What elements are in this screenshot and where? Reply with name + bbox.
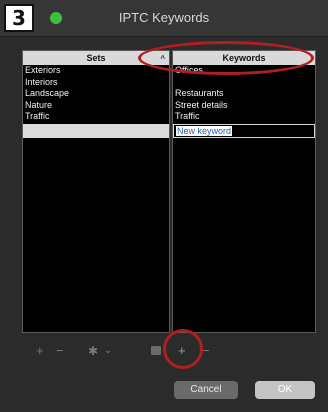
sets-add-button[interactable]: + xyxy=(36,343,44,359)
keyword-item-street-details[interactable]: Street details xyxy=(173,100,315,112)
keyword-item-restaurants[interactable]: Restaurants xyxy=(173,88,315,100)
set-item-exteriors[interactable]: Exteriors xyxy=(23,65,169,77)
chevron-down-icon[interactable]: ⌄ xyxy=(104,343,112,359)
cancel-button[interactable]: Cancel xyxy=(174,381,238,399)
lock-icon xyxy=(151,346,161,355)
keyword-item-obscured[interactable] xyxy=(173,77,315,89)
window-title: IPTC Keywords xyxy=(118,10,210,25)
add-keyword-highlight-ring xyxy=(163,329,203,369)
title-bar: IPTC Keywords xyxy=(0,0,328,37)
sets-remove-button[interactable]: − xyxy=(56,343,64,359)
iptc-keywords-window: IPTC Keywords 3 Sets ^ Exteriors Interio… xyxy=(0,0,328,412)
new-keyword-text: New keyword xyxy=(176,125,233,136)
sets-panel: Sets ^ Exteriors Interiors Landscape Nat… xyxy=(22,50,170,333)
sets-header-label: Sets xyxy=(86,53,106,63)
set-item-selected-empty[interactable] xyxy=(23,123,169,138)
keywords-panel: Keywords Offices Restaurants Street deta… xyxy=(172,50,316,333)
ok-button[interactable]: OK xyxy=(255,381,315,399)
keywords-remove-button[interactable]: − xyxy=(202,343,210,359)
set-item-interiors[interactable]: Interiors xyxy=(23,77,169,89)
keywords-header-highlight-ring xyxy=(138,41,314,75)
set-item-nature[interactable]: Nature xyxy=(23,100,169,112)
set-item-landscape[interactable]: Landscape xyxy=(23,88,169,100)
gear-icon[interactable]: ✱ xyxy=(88,343,98,359)
new-keyword-edit-field[interactable]: New keyword xyxy=(173,123,315,138)
set-item-traffic[interactable]: Traffic xyxy=(23,111,169,123)
step-number-badge: 3 xyxy=(4,4,34,32)
keyword-item-traffic[interactable]: Traffic xyxy=(173,111,315,123)
